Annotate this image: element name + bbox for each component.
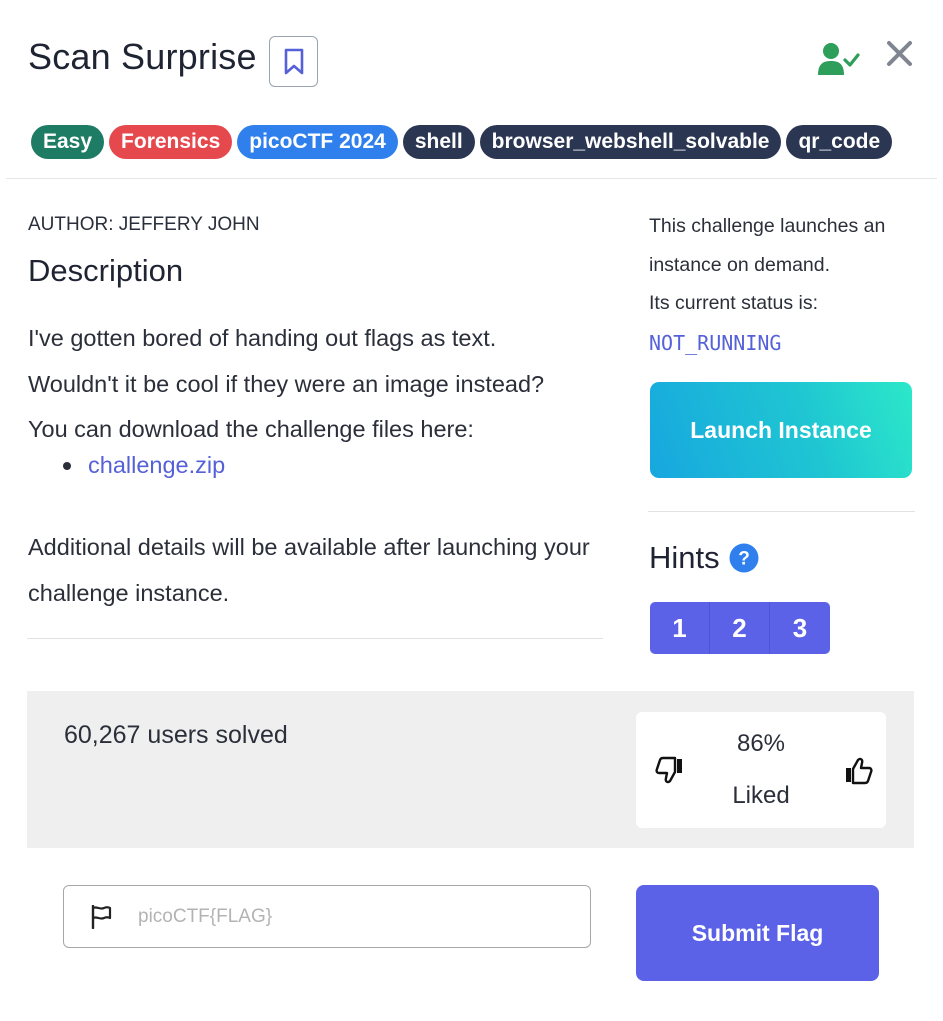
tag-webshell[interactable]: browser_webshell_solvable: [479, 125, 782, 159]
hints-header: Hints ?: [649, 540, 759, 576]
instance-info: This challenge launches an instance on d…: [649, 207, 914, 323]
tag-difficulty[interactable]: Easy: [31, 125, 105, 159]
flag-icon: [91, 905, 112, 929]
liked-percent: 86%: [736, 730, 786, 757]
likes-card: 86% Liked: [636, 712, 886, 828]
bullet-icon: [63, 461, 71, 470]
hint-button-3[interactable]: 3: [770, 602, 830, 654]
description-line: Wouldn't it be cool if they were an imag…: [28, 370, 545, 397]
tag-event[interactable]: picoCTF 2024: [237, 125, 398, 159]
description-text: I've gotten bored of handing out flags a…: [28, 316, 598, 453]
bookmark-icon: [284, 48, 303, 75]
additional-details-text: Additional details will be available aft…: [28, 534, 590, 606]
file-list-item: challenge.zip: [63, 452, 225, 479]
description-line: You can download the challenge files her…: [28, 416, 474, 442]
description-line: I've gotten bored of handing out flags a…: [28, 325, 497, 351]
flag-input-group: [63, 885, 591, 948]
launch-instance-button[interactable]: Launch Instance: [650, 382, 912, 478]
hint-button-2[interactable]: 2: [710, 602, 770, 654]
flag-input[interactable]: [138, 886, 568, 947]
challenge-file-link[interactable]: challenge.zip: [88, 452, 225, 479]
user-check-icon: [818, 42, 860, 81]
tag-list: Easy Forensics picoCTF 2024 shell browse…: [31, 125, 893, 159]
instance-status: NOT_RUNNING: [649, 331, 782, 355]
close-icon[interactable]: [886, 40, 913, 72]
instance-info-text: This challenge launches an instance on d…: [649, 215, 886, 276]
bookmark-button[interactable]: [269, 36, 318, 87]
hints-heading: Hints: [649, 540, 720, 575]
tag-category[interactable]: Forensics: [109, 125, 233, 159]
instance-divider: [648, 511, 915, 512]
thumbs-up-icon[interactable]: [844, 756, 873, 785]
svg-text:?: ?: [738, 549, 750, 570]
description-heading: Description: [28, 253, 184, 288]
challenge-title: Scan Surprise: [28, 36, 257, 77]
submit-flag-button[interactable]: Submit Flag: [636, 885, 879, 981]
description-divider: [27, 638, 603, 639]
tag-shell[interactable]: shell: [402, 125, 475, 159]
question-circle-icon[interactable]: ?: [729, 543, 759, 573]
hint-buttons: 1 2 3: [650, 602, 830, 654]
thumbs-down-icon[interactable]: [655, 756, 684, 785]
liked-label: Liked: [732, 782, 790, 809]
tag-qr-code[interactable]: qr_code: [786, 125, 893, 159]
solved-count: 60,267 users solved: [64, 721, 288, 749]
header-divider: [6, 178, 937, 179]
hint-button-1[interactable]: 1: [650, 602, 710, 654]
instance-status-label: Its current status is:: [649, 292, 819, 314]
author-label: AUTHOR: JEFFERY JOHN: [28, 214, 260, 235]
stats-panel: 60,267 users solved 86% Liked: [27, 691, 914, 848]
